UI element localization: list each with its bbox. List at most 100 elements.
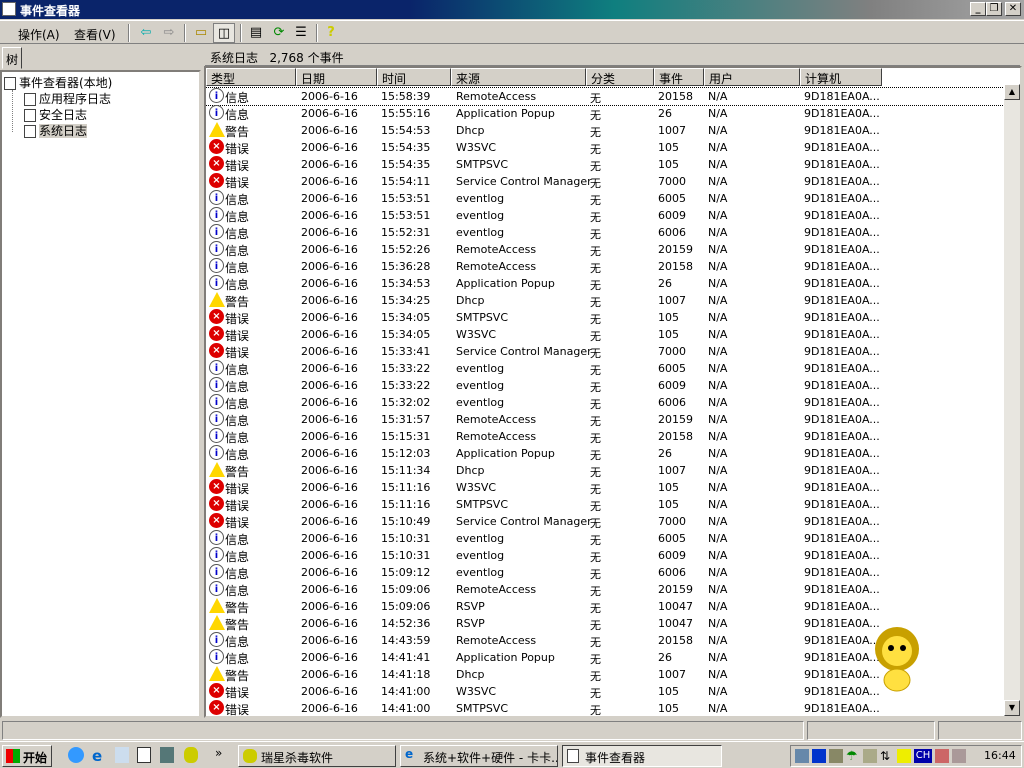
error-icon: × <box>209 173 224 188</box>
table-row[interactable]: 警告 2006-6-16 15:09:06 RSVP 无 10047 N/A 9D181EA0… <box>206 598 1006 615</box>
quicklaunch-notepad-icon[interactable] <box>137 747 151 763</box>
clock[interactable]: 16:44 <box>984 749 1016 762</box>
table-row[interactable]: × 错误 2006-6-16 14:41:00 SMTPSVC 无 105 N/A 9D181E… <box>206 700 1006 716</box>
cell-source: Dhcp <box>456 124 485 137</box>
start-button[interactable]: 开始 <box>2 745 52 767</box>
tray-network-icon[interactable] <box>795 749 809 763</box>
cell-time: 15:32:02 <box>381 396 431 409</box>
tray-settings-icon[interactable] <box>952 749 966 763</box>
table-row[interactable]: i 信息 2006-6-16 15:52:26 RemoteAccess 无 20159 N/… <box>206 241 1006 258</box>
table-row[interactable]: i 信息 2006-6-16 15:31:57 RemoteAccess 无 20159 N/… <box>206 411 1006 428</box>
tray-ime-indicator[interactable]: CH <box>914 749 932 763</box>
task-rising-antivirus[interactable]: 瑞星杀毒软件 <box>238 745 396 767</box>
quicklaunch-outlook-icon[interactable] <box>115 747 129 763</box>
column-header-date[interactable]: 日期 <box>296 68 377 86</box>
tree-root[interactable]: 事件查看器(本地) <box>4 74 112 91</box>
table-row[interactable]: 警告 2006-6-16 15:34:25 Dhcp 无 1007 N/A 9D181EA0A… <box>206 292 1006 309</box>
properties-icon[interactable]: ▤ <box>245 23 267 43</box>
column-header-time[interactable]: 时间 <box>377 68 451 86</box>
quicklaunch-rising-icon[interactable] <box>184 747 198 763</box>
table-row[interactable]: i 信息 2006-6-16 15:34:53 Application Popup 无 26… <box>206 275 1006 292</box>
table-row[interactable]: × 错误 2006-6-16 15:34:05 W3SVC 无 105 N/A 9D181EA0… <box>206 326 1006 343</box>
tree-item-security-log[interactable]: 安全日志 <box>24 106 87 123</box>
table-row[interactable]: i 信息 2006-6-16 15:10:31 eventlog 无 6005 N/A 9D18… <box>206 530 1006 547</box>
quicklaunch-media-icon[interactable] <box>68 747 84 763</box>
table-row[interactable]: × 错误 2006-6-16 15:11:16 W3SVC 无 105 N/A 9D181EA0… <box>206 479 1006 496</box>
column-header-event[interactable]: 事件 <box>654 68 704 86</box>
help-icon[interactable]: ? <box>320 23 342 43</box>
cell-computer: 9D181EA0A... <box>804 515 880 528</box>
table-row[interactable]: i 信息 2006-6-16 15:58:39 RemoteAccess 无 20158 N/… <box>206 87 1007 106</box>
tree-line <box>12 90 13 132</box>
tray-input-icon[interactable] <box>935 749 949 763</box>
column-header-category[interactable]: 分类 <box>586 68 654 86</box>
tree-item-system-log[interactable]: 系统日志 <box>24 122 88 139</box>
close-button[interactable]: ✕ <box>1005 2 1021 16</box>
forward-arrow-icon[interactable]: ⇨ <box>158 23 180 43</box>
quicklaunch-ie-icon[interactable]: e <box>92 747 108 765</box>
vertical-scrollbar[interactable]: ▲ ▼ <box>1004 84 1020 716</box>
task-browser[interactable]: e 系统+软件+硬件 - 卡卡... <box>400 745 558 767</box>
table-row[interactable]: × 错误 2006-6-16 15:54:35 SMTPSVC 无 105 N/A 9D181E… <box>206 156 1006 173</box>
tray-umbrella-icon[interactable]: ☂ <box>846 749 860 764</box>
scroll-up-button[interactable]: ▲ <box>1004 84 1020 100</box>
cell-user: N/A <box>708 447 728 460</box>
up-folder-icon[interactable]: ▭ <box>190 23 212 43</box>
export-list-icon[interactable]: ☰ <box>290 23 312 43</box>
menu-view[interactable]: 查看(V) <box>70 24 120 45</box>
cell-type: 错误 <box>225 499 250 513</box>
menu-action[interactable]: 操作(A) <box>14 24 64 45</box>
column-header-source[interactable]: 来源 <box>451 68 586 86</box>
table-row[interactable]: 警告 2006-6-16 15:11:34 Dhcp 无 1007 N/A 9D181EA0A… <box>206 462 1006 479</box>
table-row[interactable]: i 信息 2006-6-16 15:33:22 eventlog 无 6009 N/A 9D18… <box>206 377 1006 394</box>
table-row[interactable]: i 信息 2006-6-16 15:53:51 eventlog 无 6009 N/A 9D18… <box>206 207 1006 224</box>
task-event-viewer[interactable]: 事件查看器 <box>562 745 722 767</box>
table-row[interactable]: × 错误 2006-6-16 15:11:16 SMTPSVC 无 105 N/A 9D181E… <box>206 496 1006 513</box>
cell-type: 错误 <box>225 329 250 343</box>
table-row[interactable]: i 信息 2006-6-16 15:55:16 Application Popup 无 26… <box>206 105 1006 122</box>
cell-time: 15:09:12 <box>381 566 431 579</box>
cell-date: 2006-6-16 <box>301 566 358 579</box>
tray-media-icon[interactable] <box>812 749 826 763</box>
table-row[interactable]: × 错误 2006-6-16 15:10:49 Service Control Mana… <box>206 513 1006 530</box>
column-header-computer[interactable]: 计算机 <box>800 68 882 86</box>
column-header-user[interactable]: 用户 <box>704 68 800 86</box>
show-tree-icon[interactable]: ◫ <box>213 23 235 43</box>
table-row[interactable]: × 错误 2006-6-16 15:34:05 SMTPSVC 无 105 N/A 9D181E… <box>206 309 1006 326</box>
table-row[interactable]: i 信息 2006-6-16 15:52:31 eventlog 无 6006 N/A 9D18… <box>206 224 1006 241</box>
tray-tool-icon[interactable] <box>863 749 877 763</box>
quicklaunch-more-button[interactable]: » <box>215 746 222 760</box>
table-row[interactable]: × 错误 2006-6-16 15:33:41 Service Control Mana… <box>206 343 1006 360</box>
cell-source: Service Control Manager <box>456 345 592 358</box>
table-row[interactable]: i 信息 2006-6-16 15:12:03 Application Popup 无 26… <box>206 445 1006 462</box>
column-header-type[interactable]: 类型 <box>206 68 296 86</box>
table-row[interactable]: i 信息 2006-6-16 15:09:06 RemoteAccess 无 20159 N/… <box>206 581 1006 598</box>
cell-computer: 9D181EA0A... <box>804 243 880 256</box>
refresh-icon[interactable]: ⟳ <box>268 23 290 43</box>
warning-icon <box>209 122 225 137</box>
tray-arrows-icon[interactable]: ⇅ <box>880 749 894 763</box>
back-arrow-icon[interactable]: ⇦ <box>135 23 157 43</box>
table-row[interactable]: 警告 2006-6-16 15:54:53 Dhcp 无 1007 N/A 9D181EA0A… <box>206 122 1006 139</box>
tray-app-icon[interactable] <box>829 749 843 763</box>
cell-date: 2006-6-16 <box>301 549 358 562</box>
cell-event: 6009 <box>658 209 686 222</box>
cell-category: 无 <box>590 449 601 462</box>
table-row[interactable]: i 信息 2006-6-16 15:09:12 eventlog 无 6006 N/A 9D18… <box>206 564 1006 581</box>
table-row[interactable]: i 信息 2006-6-16 15:36:28 RemoteAccess 无 20158 N/… <box>206 258 1006 275</box>
table-row[interactable]: i 信息 2006-6-16 15:32:02 eventlog 无 6006 N/A 9D18… <box>206 394 1006 411</box>
table-row[interactable]: × 错误 2006-6-16 15:54:11 Service Control Mana… <box>206 173 1006 190</box>
tray-qq-icon[interactable] <box>897 749 911 763</box>
restore-button[interactable]: ❐ <box>986 2 1002 16</box>
minimize-button[interactable]: _ <box>970 2 986 16</box>
table-row[interactable]: × 错误 2006-6-16 15:54:35 W3SVC 无 105 N/A 9D181EA0… <box>206 139 1006 156</box>
error-icon: × <box>209 139 224 154</box>
table-row[interactable]: i 信息 2006-6-16 15:15:31 RemoteAccess 无 20158 N/… <box>206 428 1006 445</box>
table-row[interactable]: i 信息 2006-6-16 15:10:31 eventlog 无 6009 N/A 9D18… <box>206 547 1006 564</box>
table-row[interactable]: i 信息 2006-6-16 15:53:51 eventlog 无 6005 N/A 9D18… <box>206 190 1006 207</box>
quicklaunch-shield-icon[interactable] <box>160 747 174 763</box>
scroll-down-button[interactable]: ▼ <box>1004 700 1020 716</box>
tab-tree[interactable]: 树 <box>2 47 22 69</box>
tree-item-application-log[interactable]: 应用程序日志 <box>24 90 111 107</box>
table-row[interactable]: i 信息 2006-6-16 15:33:22 eventlog 无 6005 N/A 9D18… <box>206 360 1006 377</box>
